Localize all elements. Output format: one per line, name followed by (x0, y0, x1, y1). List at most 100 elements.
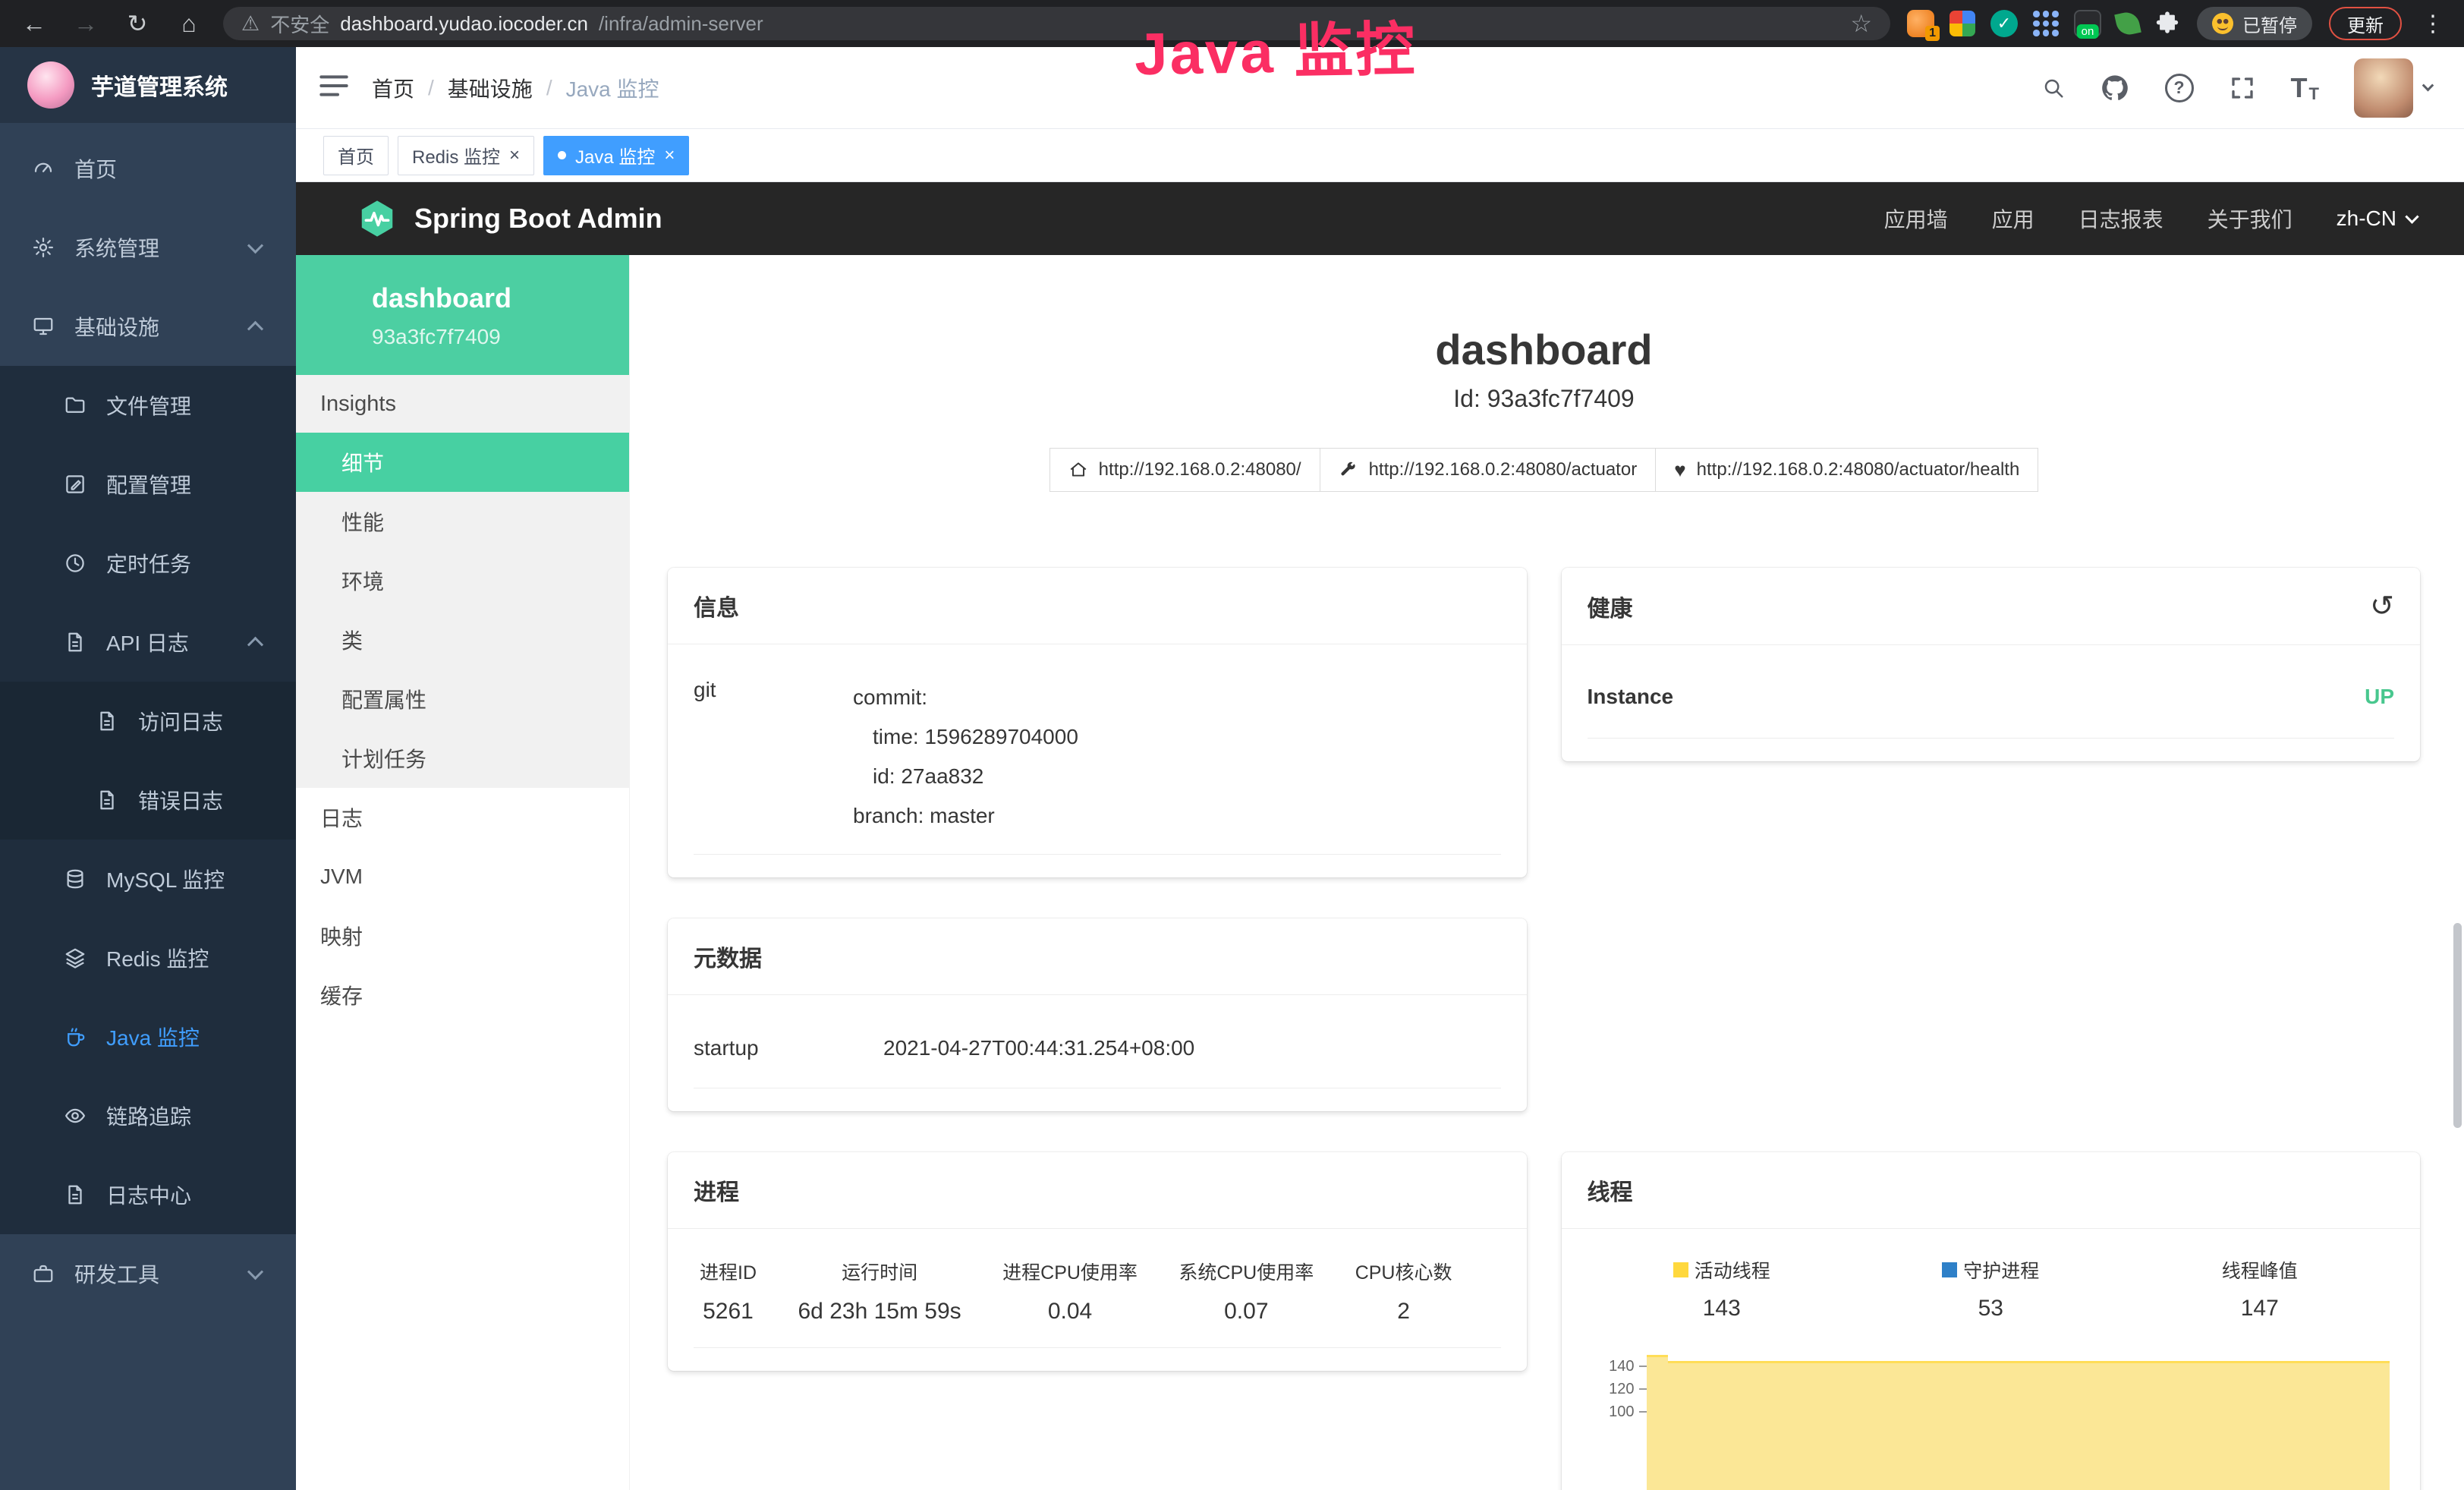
sba-item-config-props[interactable]: 配置属性 (296, 669, 629, 729)
hamburger-icon[interactable] (296, 73, 372, 102)
switch-extension-icon[interactable]: on (2074, 10, 2101, 37)
process-column: 进程ID 5261 (700, 1258, 757, 1325)
paused-chip[interactable]: 已暂停 (2197, 7, 2312, 40)
font-size-icon[interactable]: TT (2291, 72, 2319, 104)
legend-item: 守护进程 53 (1856, 1256, 2126, 1321)
sidebar-item-access-logs[interactable]: 访问日志 (0, 682, 296, 761)
colorful-extension-icon[interactable] (1949, 11, 1975, 36)
page-title: dashboard (668, 325, 2420, 374)
sba-item-mappings[interactable]: 映射 (296, 906, 629, 966)
sidebar-item-java-monitor[interactable]: Java 监控 (0, 997, 296, 1076)
github-icon[interactable] (2100, 73, 2130, 103)
sidebar-item-api-logs[interactable]: API 日志 (0, 603, 296, 682)
scrollbar[interactable] (2453, 923, 2462, 1128)
leaf-extension-icon[interactable] (2114, 10, 2141, 37)
tab-java-monitor[interactable]: Java 监控 × (543, 136, 689, 175)
sidebar-item-system-management[interactable]: 系统管理 (0, 208, 296, 287)
tab-redis-monitor[interactable]: Redis 监控 × (398, 136, 534, 175)
sba-nav-journal[interactable]: 日志报表 (2079, 203, 2163, 234)
sba-item-details[interactable]: 细节 (296, 433, 629, 492)
tab-label: 首页 (338, 142, 374, 169)
breadcrumb-item[interactable]: 首页 (372, 73, 414, 103)
threads-legend: 活动线程 143 守护进程 53 线程峰值 (1588, 1240, 2395, 1326)
actuator-url-link[interactable]: http://192.168.0.2:48080/actuator (1320, 448, 1657, 492)
sidebar-item-label: 系统管理 (74, 232, 159, 263)
status-badge: UP (2365, 685, 2394, 709)
language-selector[interactable]: zh-CN (2337, 206, 2417, 231)
bookmark-star-icon[interactable]: ☆ (1850, 9, 1872, 38)
sba-brand-label: Spring Boot Admin (414, 203, 662, 235)
chevron-down-icon (247, 1264, 263, 1280)
health-card: 健康 ↺ Instance UP (1562, 568, 2421, 761)
on-label: on (2077, 24, 2099, 39)
refresh-button[interactable]: ↻ (120, 6, 155, 41)
sidebar-item-config-management[interactable]: 配置管理 (0, 445, 296, 524)
sba-nav-about[interactable]: 关于我们 (2208, 203, 2292, 234)
chevron-down-icon (2405, 209, 2418, 223)
sidebar-item-redis-monitor[interactable]: Redis 监控 (0, 918, 296, 997)
breadcrumb-separator: / (428, 76, 434, 100)
close-icon[interactable]: × (509, 145, 520, 166)
sidebar-item-tracing[interactable]: 链路追踪 (0, 1076, 296, 1155)
browser-menu-icon[interactable]: ⋮ (2418, 11, 2447, 37)
sba-brand[interactable]: Spring Boot Admin (357, 198, 662, 239)
history-icon[interactable]: ↺ (2370, 589, 2394, 623)
link-label: http://192.168.0.2:48080/ (1099, 459, 1301, 480)
breadcrumb-item[interactable]: 基础设施 (448, 73, 533, 103)
grid-extension-icon[interactable] (2033, 11, 2059, 36)
sba-item-metrics[interactable]: 性能 (296, 492, 629, 551)
fox-extension-icon[interactable]: 1 (1907, 10, 1934, 37)
sidebar-item-log-center[interactable]: 日志中心 (0, 1155, 296, 1234)
card-title: 线程 (1562, 1152, 2421, 1229)
sidebar-item-error-logs[interactable]: 错误日志 (0, 761, 296, 840)
sidebar-item-scheduled-jobs[interactable]: 定时任务 (0, 524, 296, 603)
user-menu[interactable] (2354, 58, 2432, 118)
sidebar-item-label: 基础设施 (74, 311, 159, 342)
security-label[interactable]: 不安全 (270, 10, 329, 38)
sba-item-environment[interactable]: 环境 (296, 551, 629, 610)
document-icon (64, 1183, 87, 1206)
sba-nav-wallboard[interactable]: 应用墙 (1884, 203, 1948, 234)
content-pane: 首页 / 基础设施 / Java 监控 ? TT (296, 47, 2464, 1490)
update-browser-button[interactable]: 更新 (2329, 7, 2402, 40)
sidebar-item-infrastructure[interactable]: 基础设施 (0, 287, 296, 366)
table-row: startup 2021-04-27T00:44:31.254+08:00 (694, 1006, 1501, 1088)
sba-nav-applications[interactable]: 应用 (1992, 203, 2034, 234)
card-title: 信息 (668, 568, 1527, 644)
close-icon[interactable]: × (664, 145, 675, 166)
sidebar-item-label: 文件管理 (106, 390, 191, 421)
sba-item-scheduled-tasks[interactable]: 计划任务 (296, 729, 629, 788)
url-bar[interactable]: ⚠ 不安全 dashboard.yudao.iocoder.cn /infra/… (223, 7, 1890, 40)
page-subtitle: Id: 93a3fc7f7409 (668, 385, 2420, 413)
back-button[interactable]: ← (17, 6, 52, 41)
sba-item-caches[interactable]: 缓存 (296, 966, 629, 1025)
sba-item-classes[interactable]: 类 (296, 610, 629, 669)
forward-button[interactable]: → (68, 6, 103, 41)
chevron-up-icon (247, 320, 263, 336)
sidebar-item-home[interactable]: 首页 (0, 129, 296, 208)
sba-item-jvm[interactable]: JVM (296, 847, 629, 906)
sba-body: dashboard 93a3fc7f7409 Insights 细节 性能 环境… (296, 255, 2464, 1490)
help-icon[interactable]: ? (2165, 74, 2194, 102)
app-logo[interactable]: 芋道管理系统 (0, 47, 296, 123)
tab-home[interactable]: 首页 (323, 136, 389, 175)
sidebar-item-mysql-monitor[interactable]: MySQL 监控 (0, 840, 296, 918)
fullscreen-icon[interactable] (2229, 74, 2256, 102)
sidebar-item-file-management[interactable]: 文件管理 (0, 366, 296, 445)
health-url-link[interactable]: ♥ http://192.168.0.2:48080/actuator/heal… (1655, 448, 2038, 492)
search-icon[interactable] (2042, 77, 2065, 99)
sidebar-item-dev-tools[interactable]: 研发工具 (0, 1234, 296, 1313)
teal-extension-icon[interactable]: ✓ (1990, 10, 2018, 37)
sba-item-logs[interactable]: 日志 (296, 788, 629, 847)
avatar (2354, 58, 2413, 118)
legend-item: 线程峰值 147 (2126, 1256, 2395, 1321)
threads-area-chart (1647, 1361, 2390, 1490)
home-button[interactable]: ⌂ (172, 6, 206, 41)
database-icon (64, 868, 87, 890)
puzzle-extensions-icon[interactable] (2154, 11, 2180, 36)
heart-icon: ♥ (1674, 460, 1685, 480)
app-title: 芋道管理系统 (91, 68, 228, 102)
metadata-card: 元数据 startup 2021-04-27T00:44:31.254+08:0… (668, 918, 1527, 1111)
service-url-link[interactable]: http://192.168.0.2:48080/ (1049, 448, 1320, 492)
extension-badge: 1 (1925, 26, 1940, 41)
